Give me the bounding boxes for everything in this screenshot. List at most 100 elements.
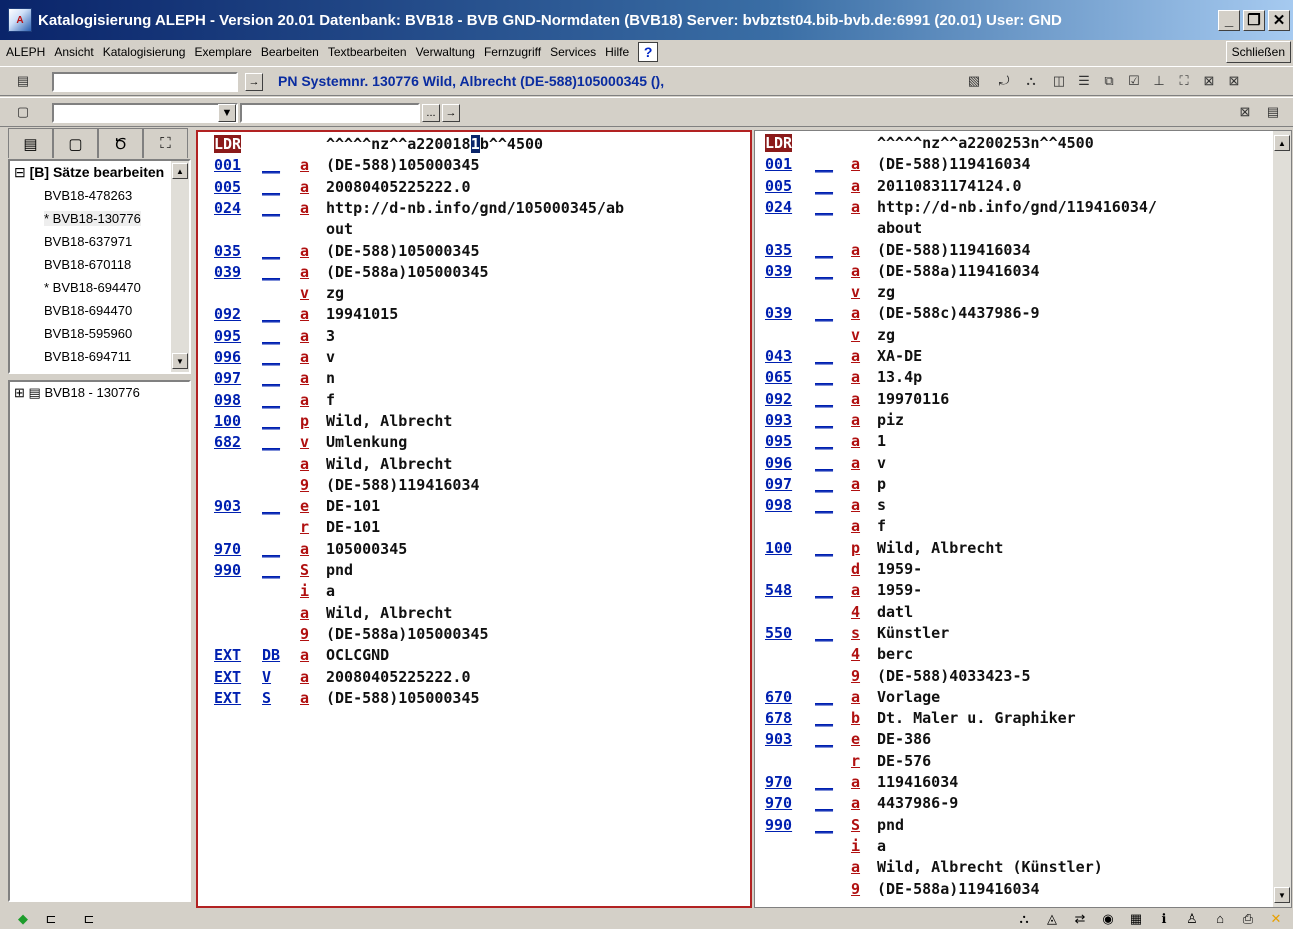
- outline-item[interactable]: ⊞ ▤ BVB18 - 130776: [14, 385, 140, 401]
- menu-hilfe[interactable]: Hilfe: [605, 45, 629, 59]
- close-record-icon[interactable]: ⊠: [1225, 72, 1243, 90]
- menu-verwaltung[interactable]: Verwaltung: [416, 45, 475, 59]
- field-select[interactable]: [52, 103, 238, 123]
- home-icon[interactable]: ⌂: [1211, 910, 1229, 928]
- left-record-code: 9: [300, 475, 310, 494]
- ellipsis-button[interactable]: ...: [422, 104, 440, 122]
- collapse-icon[interactable]: ⊟: [14, 164, 26, 180]
- right-record-code: 4: [851, 602, 861, 621]
- title-bar: A Katalogisierung ALEPH - Version 20.01 …: [0, 0, 1293, 40]
- copy-icon[interactable]: ⧉: [1100, 72, 1118, 90]
- tree-icon[interactable]: ⛬: [1022, 72, 1040, 90]
- sync-icon[interactable]: ⇄: [1071, 910, 1089, 928]
- window-icon[interactable]: ▢: [14, 103, 32, 121]
- globe-icon[interactable]: ◉: [1099, 910, 1117, 928]
- tree-scrollbar[interactable]: ▲ ▼: [171, 161, 189, 372]
- user-icon[interactable]: ♙: [1183, 910, 1201, 928]
- right-record-ind: __: [815, 538, 834, 557]
- right-record-code: a: [851, 155, 861, 174]
- chevron-down-icon[interactable]: ▼: [218, 104, 236, 122]
- tree-item[interactable]: BVB18-637971: [44, 234, 132, 249]
- left-record-tag: 100: [214, 411, 242, 430]
- tree-item[interactable]: BVB18-694470: [44, 303, 132, 318]
- maximize-button[interactable]: ❐: [1243, 9, 1265, 31]
- tab-records-icon[interactable]: ▤: [8, 128, 53, 158]
- left-record-text: (DE-588)105000345: [326, 156, 480, 175]
- left-record-tag: EXT: [214, 667, 242, 686]
- left-record-tag: 970: [214, 539, 242, 558]
- right-record-ind: __: [815, 496, 834, 515]
- right-record-code: v: [851, 325, 861, 344]
- info-icon[interactable]: ℹ: [1155, 910, 1173, 928]
- scroll-up-icon[interactable]: ▲: [1274, 135, 1290, 151]
- scroll-down-icon[interactable]: ▼: [172, 353, 188, 369]
- delete-icon[interactable]: ⊠: [1200, 72, 1218, 90]
- anchor-icon[interactable]: ⊥: [1150, 72, 1168, 90]
- left-record-code: r: [300, 518, 310, 537]
- go-arrow-button-2[interactable]: →: [442, 104, 460, 122]
- menu-bearbeiten[interactable]: Bearbeiten: [261, 45, 319, 59]
- right-record-code: a: [851, 858, 861, 877]
- right-record-tag: LDR: [765, 134, 793, 152]
- menu-exemplare[interactable]: Exemplare: [194, 45, 251, 59]
- menu-fernzugriff[interactable]: Fernzugriff: [484, 45, 541, 59]
- left-record-text: (DE-588)105000345: [326, 241, 480, 260]
- right-record-tag: 678: [765, 709, 793, 728]
- list-view-icon[interactable]: ☰: [1075, 72, 1093, 90]
- left-record-tag: 024: [214, 198, 242, 217]
- close-x-icon[interactable]: ✕: [1267, 910, 1285, 928]
- menu-services[interactable]: Services: [550, 45, 596, 59]
- left-record-text: zg: [326, 284, 345, 303]
- search-input[interactable]: [52, 72, 238, 92]
- check-icon[interactable]: ☑: [1125, 72, 1143, 90]
- value-input[interactable]: [240, 103, 420, 123]
- menu-ansicht[interactable]: Ansicht: [54, 45, 93, 59]
- calculator-icon[interactable]: ▦: [1127, 910, 1145, 928]
- right-record-text: datl: [877, 602, 914, 621]
- menu-textbearbeiten[interactable]: Textbearbeiten: [328, 45, 407, 59]
- right-record-text: Wild, Albrecht (Künstler): [877, 858, 1103, 877]
- right-record-text: 19970116: [877, 389, 950, 408]
- menu-aleph[interactable]: ALEPH: [6, 45, 45, 59]
- tree-item[interactable]: BVB18-670118: [44, 257, 131, 272]
- split-view-icon[interactable]: ◫: [1050, 72, 1068, 90]
- printer-icon[interactable]: ⎙: [1239, 910, 1257, 928]
- editor-record-left[interactable]: LDR ^^^^^nz^^a220018 1 b^^4500 001 __ a (DE-588…: [196, 130, 752, 908]
- tree-item[interactable]: * BVB18-694470: [44, 280, 141, 295]
- tab-binoculars-icon[interactable]: ⛶: [143, 128, 188, 158]
- record-title: PN Systemnr. 130776 Wild, Albrecht (DE-5…: [278, 73, 665, 89]
- left-record-ind: __: [262, 411, 281, 430]
- right-record-ind: __: [815, 347, 834, 365]
- left-record-code: a: [300, 177, 310, 196]
- go-arrow-button[interactable]: →: [245, 73, 263, 91]
- close-window-button[interactable]: ✕: [1268, 9, 1290, 31]
- scroll-down-icon[interactable]: ▼: [1274, 887, 1290, 903]
- menu-bar: ALEPH Ansicht Katalogisierung Exemplare …: [0, 40, 1293, 64]
- tab-magnet-icon[interactable]: Ծ: [98, 128, 143, 158]
- record-icon[interactable]: ▤: [14, 72, 32, 90]
- text-cursor: 1: [470, 135, 480, 153]
- record-scrollbar[interactable]: ▲ ▼: [1273, 131, 1291, 907]
- tree-item[interactable]: BVB18-595960: [44, 326, 132, 341]
- right-record-text: http://d-nb.info/gnd/119416034/: [877, 197, 1157, 216]
- aleph-icon[interactable]: ◬: [1043, 910, 1061, 928]
- tab-window-icon[interactable]: ▢: [53, 128, 98, 158]
- menu-katalogisierung[interactable]: Katalogisierung: [103, 45, 186, 59]
- scroll-up-icon[interactable]: ▲: [172, 163, 188, 179]
- right-record-tag: 092: [765, 389, 793, 408]
- right-record-text: DE-576: [877, 751, 932, 770]
- minimize-button[interactable]: _: [1218, 9, 1240, 31]
- tree-item[interactable]: BVB18-478263: [44, 188, 132, 203]
- tree-item[interactable]: * BVB18-130776: [44, 211, 141, 226]
- expand-icon[interactable]: ⊞: [14, 385, 25, 400]
- left-record-text: OCLCGND: [326, 646, 390, 665]
- link-icon[interactable]: ⤾: [995, 72, 1013, 90]
- network-icon[interactable]: ⛬: [1015, 910, 1033, 928]
- close-button[interactable]: Schließen: [1225, 41, 1291, 63]
- left-record-text: out: [326, 220, 354, 239]
- binoculars-icon[interactable]: ⛶: [1175, 72, 1193, 90]
- tree-root[interactable]: ⊟ [B] Sätze bearbeiten: [14, 164, 164, 181]
- tree-item[interactable]: BVB18-694711: [44, 349, 131, 364]
- help-icon[interactable]: ?: [638, 42, 659, 62]
- new-record-icon[interactable]: ▧: [965, 72, 983, 90]
